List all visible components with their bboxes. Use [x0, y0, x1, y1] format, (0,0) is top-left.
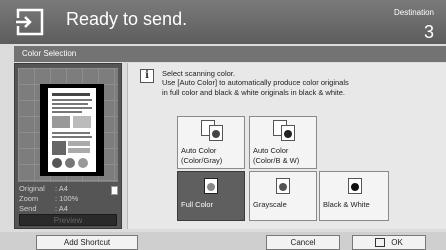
- full-color-icon: [204, 178, 218, 194]
- info-icon: i: [140, 69, 154, 83]
- ok-button[interactable]: OK: [352, 235, 426, 250]
- preview-document-thumbnail: [48, 88, 96, 172]
- grayscale-icon: [276, 178, 290, 194]
- grayscale-button[interactable]: Grayscale: [249, 171, 317, 221]
- send-icon: [14, 8, 44, 36]
- option-label: (Color/Gray): [181, 156, 223, 165]
- preview-info: Original : A4 Zoom : 100% Send : A4: [19, 184, 78, 214]
- destination-label: Destination: [393, 8, 434, 17]
- message-line: Use [Auto Color] to automatically produc…: [162, 78, 349, 88]
- message-line: in full color and black & white original…: [162, 87, 346, 97]
- ok-label: OK: [391, 238, 403, 247]
- destination-count: 3: [423, 22, 434, 42]
- bottom-action-bar: Add Shortcut Cancel OK: [0, 232, 446, 250]
- preview-page: [40, 84, 104, 176]
- preview-panel: Original : A4 Zoom : 100% Send : A4 Preview: [14, 63, 122, 229]
- option-label: Grayscale: [253, 200, 287, 209]
- section-title: Color Selection: [14, 46, 446, 62]
- preview-area: [18, 68, 118, 182]
- message-line: Select scanning color.: [162, 69, 235, 78]
- send-value: : A4: [55, 204, 68, 213]
- top-bar: Ready to send. Destination 3: [0, 0, 446, 44]
- option-label: (Color/B & W): [253, 156, 300, 165]
- black-white-button[interactable]: Black & White: [319, 171, 389, 221]
- zoom-label: Zoom: [19, 194, 39, 203]
- original-value: : A4: [55, 184, 68, 193]
- option-label: Auto Color: [253, 146, 289, 155]
- full-color-button[interactable]: Full Color: [177, 171, 245, 221]
- ok-icon: [375, 238, 386, 248]
- auto-color-bw-button[interactable]: Auto Color (Color/B & W): [249, 116, 317, 169]
- option-label: Full Color: [181, 200, 214, 209]
- auto-color-gray-icon: [201, 120, 225, 142]
- preview-button[interactable]: Preview: [19, 214, 117, 226]
- add-shortcut-button[interactable]: Add Shortcut: [36, 235, 138, 250]
- auto-color-gray-button[interactable]: Auto Color (Color/Gray): [177, 116, 245, 169]
- send-label: Send: [19, 204, 37, 213]
- option-label: Auto Color: [181, 146, 217, 155]
- zoom-value: : 100%: [55, 194, 79, 203]
- original-label: Original: [19, 184, 45, 193]
- cancel-button[interactable]: Cancel: [266, 235, 340, 250]
- page-orientation-icon: [111, 186, 118, 195]
- auto-color-bw-icon: [273, 120, 297, 142]
- page-title: Ready to send.: [66, 9, 188, 29]
- content-panel: i Select scanning color. Use [Auto Color…: [127, 63, 446, 229]
- option-label: Black & White: [323, 200, 370, 209]
- instruction-message: Select scanning color. Use [Auto Color] …: [162, 69, 446, 97]
- black-white-icon: [348, 178, 362, 194]
